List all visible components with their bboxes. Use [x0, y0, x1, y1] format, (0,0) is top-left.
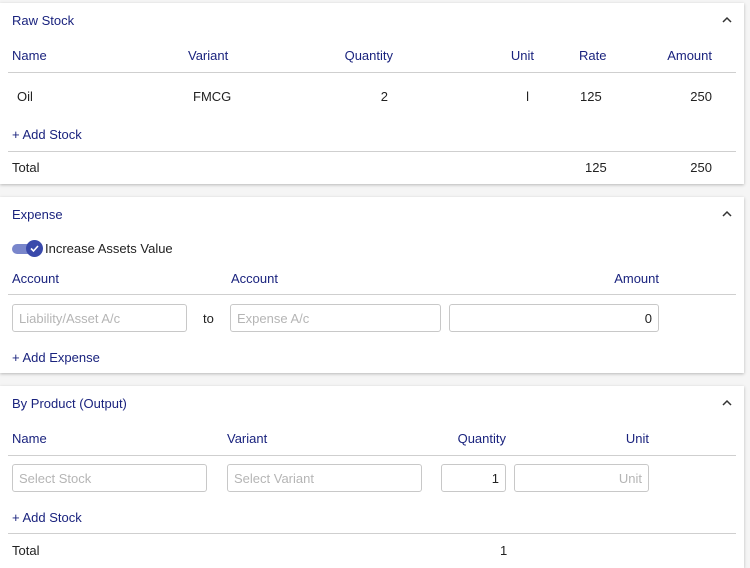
header-name: Name	[12, 431, 47, 446]
header-to-account: Account	[231, 271, 278, 286]
row-variant: FMCG	[193, 89, 232, 104]
total-divider	[8, 151, 736, 152]
from-account-input[interactable]	[12, 304, 187, 332]
to-account-input[interactable]	[230, 304, 441, 332]
row-quantity: 2	[380, 89, 388, 104]
raw-stock-card: Raw Stock Name Variant Quantity Unit Rat…	[0, 3, 744, 184]
row-name: Oil	[17, 89, 33, 104]
add-stock-link[interactable]: + Add Stock	[12, 510, 82, 525]
total-label: Total	[12, 160, 40, 175]
header-quantity: Quantity	[344, 48, 393, 63]
increase-assets-toggle[interactable]	[12, 240, 43, 258]
row-amount: 250	[690, 89, 712, 104]
unit-input[interactable]	[514, 464, 649, 492]
add-stock-link[interactable]: + Add Stock	[12, 127, 82, 142]
row-rate: 125	[580, 89, 602, 104]
header-amount: Amount	[667, 48, 712, 63]
header-variant: Variant	[227, 431, 268, 446]
header-divider	[8, 455, 736, 456]
expense-title: Expense	[12, 207, 63, 222]
expense-amount-input[interactable]	[449, 304, 659, 332]
header-rate: Rate	[579, 48, 607, 63]
by-product-card: By Product (Output) Name Variant Quantit…	[0, 386, 744, 568]
chevron-up-icon[interactable]	[720, 207, 734, 221]
total-quantity: 1	[500, 543, 508, 558]
chevron-up-icon[interactable]	[720, 13, 734, 27]
header-divider	[8, 72, 736, 73]
header-amount: Amount	[614, 271, 659, 286]
header-divider	[8, 294, 736, 295]
chevron-up-icon[interactable]	[720, 396, 734, 410]
row-unit: l	[526, 89, 529, 104]
header-name: Name	[12, 48, 47, 63]
expense-card: Expense Increase Assets Value Account Ac…	[0, 197, 744, 373]
total-divider	[8, 533, 736, 534]
header-unit: Unit	[625, 431, 649, 446]
to-label: to	[203, 311, 214, 326]
header-unit: Unit	[510, 48, 534, 63]
quantity-input[interactable]	[441, 464, 506, 492]
check-icon	[30, 245, 39, 253]
toggle-label: Increase Assets Value	[45, 241, 173, 256]
raw-stock-title: Raw Stock	[12, 13, 75, 28]
total-label: Total	[12, 543, 40, 558]
total-rate: 125	[585, 160, 607, 175]
by-product-title: By Product (Output)	[12, 396, 127, 411]
toggle-thumb	[26, 240, 43, 257]
total-amount: 250	[690, 160, 712, 175]
table-row[interactable]: Oil FMCG 2 l 125 250	[0, 83, 744, 109]
header-quantity: Quantity	[457, 431, 506, 446]
header-from-account: Account	[12, 271, 59, 286]
add-expense-link[interactable]: + Add Expense	[12, 350, 100, 365]
select-stock-input[interactable]	[12, 464, 207, 492]
select-variant-input[interactable]	[227, 464, 422, 492]
header-variant: Variant	[188, 48, 229, 63]
